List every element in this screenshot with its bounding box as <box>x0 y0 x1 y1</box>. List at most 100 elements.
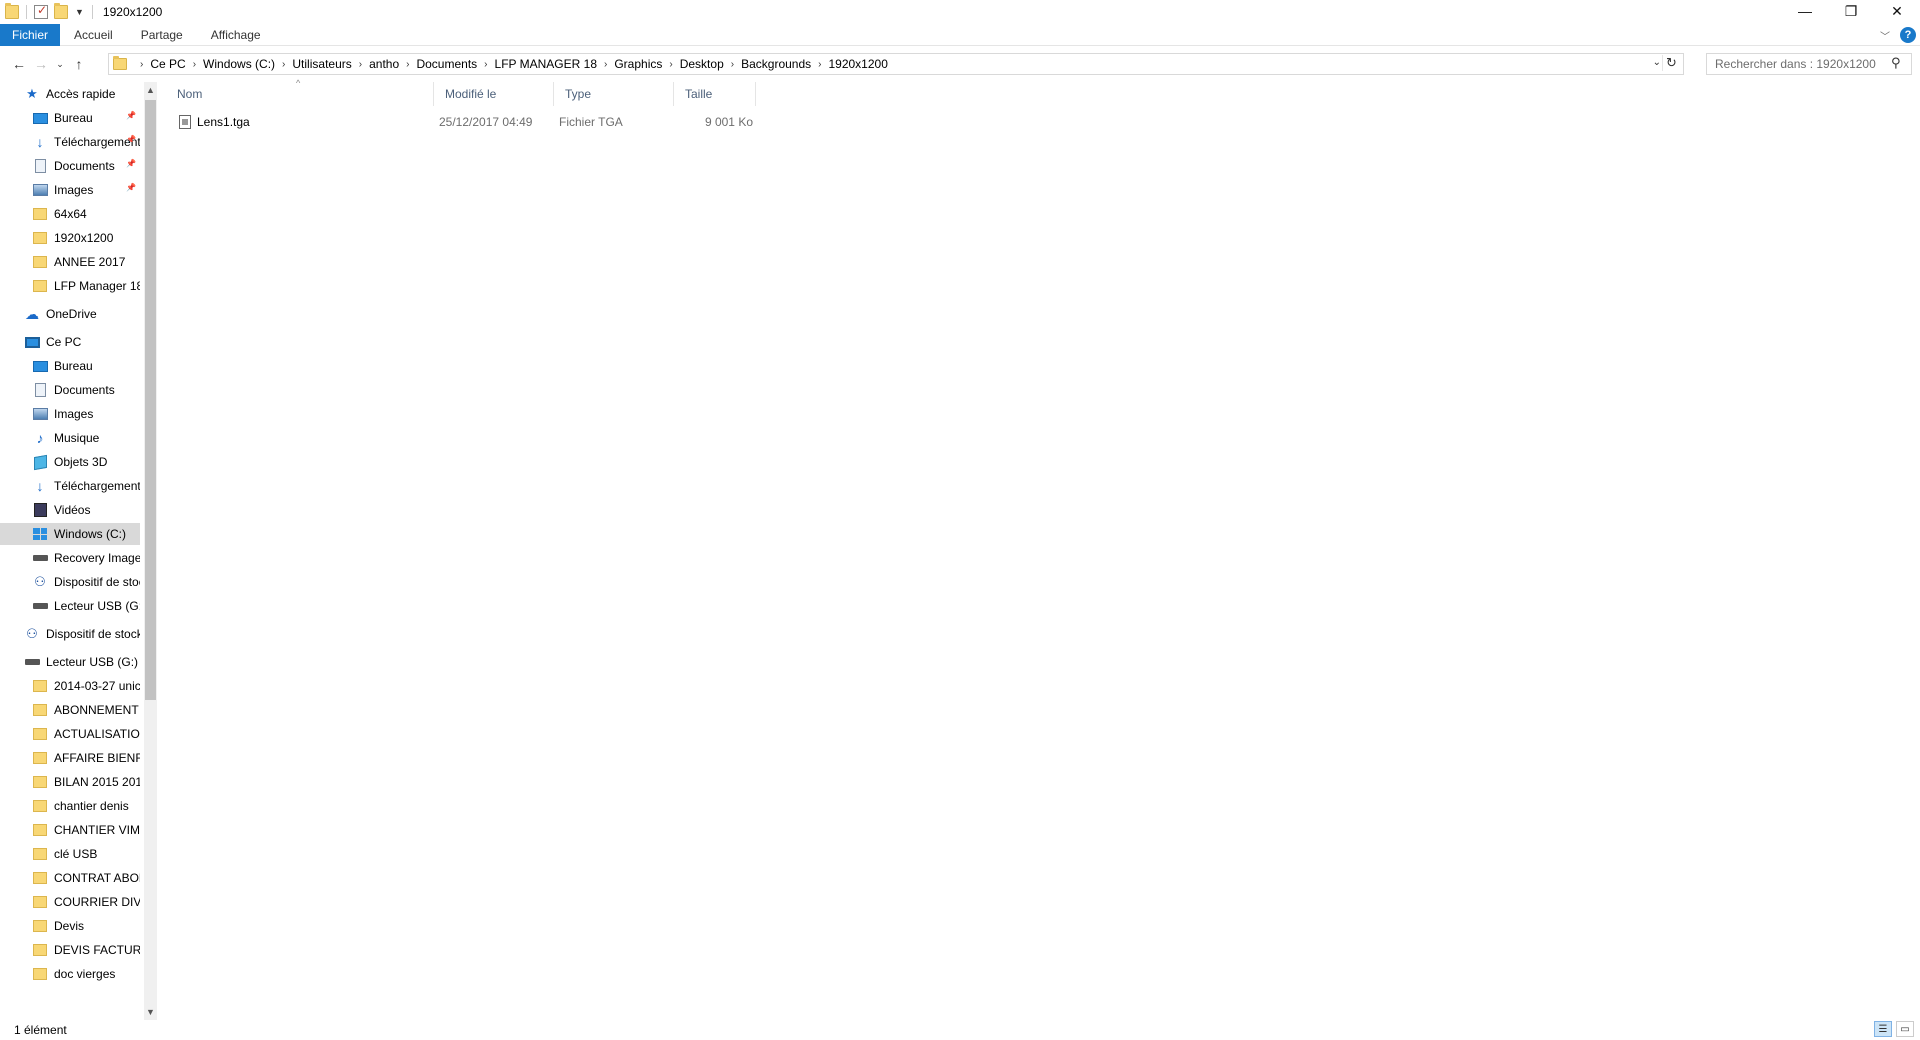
breadcrumb-chevron-icon[interactable]: › <box>604 59 607 70</box>
search-input[interactable]: Rechercher dans : 1920x1200 <box>1706 53 1912 75</box>
breadcrumb-item[interactable]: Graphics <box>614 57 662 71</box>
tab-affichage[interactable]: Affichage <box>197 24 275 46</box>
search-icon[interactable]: ⚲ <box>1891 55 1901 71</box>
nav-item[interactable]: Documents 📌 <box>0 155 140 177</box>
nav-item[interactable]: Devis <box>0 915 140 937</box>
column-header-name[interactable]: Nom ^ <box>166 78 434 106</box>
recent-locations-chevron-icon[interactable]: ⌄ <box>52 53 68 75</box>
breadcrumb-chevron-icon[interactable]: › <box>669 59 672 70</box>
nav-item[interactable]: 2014-03-27 unica <box>0 675 140 697</box>
customize-toolbar-chevron-icon[interactable]: ▼ <box>75 7 84 17</box>
nav-item[interactable]: ABONNEMENT I <box>0 699 140 721</box>
nav-item-label: 2014-03-27 unica <box>54 679 140 693</box>
folder-icon <box>32 918 48 934</box>
properties-icon[interactable] <box>34 3 48 19</box>
column-header-size[interactable]: Taille <box>674 82 756 106</box>
nav-item[interactable]: Windows (C:) <box>0 523 140 545</box>
column-header-type[interactable]: Type <box>554 82 674 106</box>
nav-item[interactable]: 1920x1200 <box>0 227 140 249</box>
breadcrumb-chevron-icon[interactable]: › <box>193 59 196 70</box>
minimize-button[interactable]: — <box>1782 0 1828 22</box>
nav-item[interactable]: AFFAIRE BIENFAI <box>0 747 140 769</box>
view-switcher: ☰ ▭ <box>1874 1021 1914 1037</box>
nav-item[interactable]: Images <box>0 403 140 425</box>
breadcrumb-item[interactable]: Utilisateurs <box>292 57 351 71</box>
navigation-scrollbar[interactable]: ▲ ▼ <box>144 82 157 1020</box>
folder-icon <box>32 846 48 862</box>
nav-item[interactable]: Lecteur USB (G:) <box>0 595 140 617</box>
close-button[interactable]: ✕ <box>1874 0 1920 22</box>
nav-item[interactable]: Images 📌 <box>0 179 140 201</box>
breadcrumb-item[interactable]: 1920x1200 <box>828 57 887 71</box>
nav-item[interactable]: ACTUALISATION <box>0 723 140 745</box>
nav-item[interactable]: clé USB <box>0 843 140 865</box>
tab-partage[interactable]: Partage <box>127 24 197 46</box>
scroll-down-icon[interactable]: ▼ <box>144 1004 157 1020</box>
nav-item[interactable]: Ce PC <box>0 331 140 353</box>
breadcrumb: › Ce PC › Windows (C:) › Utilisateurs › antho › D… <box>133 57 888 71</box>
refresh-icon[interactable]: ↻ <box>1662 55 1680 71</box>
details-view-icon[interactable]: ☰ <box>1874 1021 1892 1037</box>
image-icon <box>32 182 48 198</box>
nav-item[interactable]: LFP Manager 18 <box>0 275 140 297</box>
breadcrumb-chevron-icon[interactable]: › <box>406 59 409 70</box>
breadcrumb-item[interactable]: Backgrounds <box>741 57 811 71</box>
drive-icon <box>32 550 48 566</box>
help-button[interactable]: ? <box>1900 27 1916 43</box>
nav-item[interactable]: Lecteur USB (G:) <box>0 651 140 673</box>
nav-item[interactable]: 64x64 <box>0 203 140 225</box>
nav-item[interactable]: COURRIER DIVER <box>0 891 140 913</box>
new-folder-icon[interactable] <box>54 3 68 19</box>
nav-item[interactable]: CONTRAT ABON <box>0 867 140 889</box>
nav-item[interactable]: Recovery Image (D:) <box>0 547 140 569</box>
nav-item[interactable]: ♪ Musique <box>0 427 140 449</box>
breadcrumb-chevron-icon[interactable]: › <box>731 59 734 70</box>
nav-item[interactable]: Bureau <box>0 355 140 377</box>
breadcrumb-item[interactable]: Ce PC <box>150 57 185 71</box>
breadcrumb-chevron-icon[interactable]: › <box>140 59 143 70</box>
nav-item[interactable]: doc vierges <box>0 963 140 985</box>
breadcrumb-chevron-icon[interactable]: › <box>484 59 487 70</box>
folder-icon <box>32 966 48 982</box>
nav-item[interactable]: Objets 3D <box>0 451 140 473</box>
breadcrumb-item[interactable]: Documents <box>416 57 477 71</box>
scroll-up-icon[interactable]: ▲ <box>144 82 157 98</box>
nav-item-label: CONTRAT ABON <box>54 871 140 885</box>
address-bar[interactable]: › Ce PC › Windows (C:) › Utilisateurs › antho › D… <box>108 53 1684 75</box>
scrollbar-thumb[interactable] <box>145 100 156 700</box>
nav-item[interactable]: ↓ Téléchargements <box>0 475 141 497</box>
breadcrumb-item[interactable]: Windows (C:) <box>203 57 275 71</box>
up-arrow-icon[interactable]: ↑ <box>68 53 90 75</box>
breadcrumb-chevron-icon[interactable]: › <box>818 59 821 70</box>
breadcrumb-chevron-icon[interactable]: › <box>359 59 362 70</box>
tab-fichier[interactable]: Fichier <box>0 23 61 46</box>
breadcrumb-chevron-icon[interactable]: › <box>282 59 285 70</box>
forward-arrow-icon[interactable]: → <box>30 53 52 75</box>
nav-item[interactable]: CHANTIER VIMY <box>0 819 140 841</box>
nav-item-label: Accès rapide <box>46 87 116 101</box>
nav-item[interactable]: Vidéos <box>0 499 140 521</box>
nav-item[interactable]: chantier denis <box>0 795 140 817</box>
breadcrumb-item[interactable]: LFP MANAGER 18 <box>495 57 597 71</box>
tab-accueil[interactable]: Accueil <box>60 24 127 46</box>
nav-item[interactable]: ☁ OneDrive <box>0 303 140 325</box>
nav-item[interactable]: ⚇ Dispositif de stockage <box>0 623 140 645</box>
file-row[interactable]: Lens1.tga 25/12/2017 04:49 Fichier TGA 9… <box>166 111 756 133</box>
breadcrumb-item[interactable]: antho <box>369 57 399 71</box>
maximize-button[interactable]: ❐ <box>1828 0 1874 22</box>
nav-item[interactable]: BILAN 2015 2016 <box>0 771 140 793</box>
nav-item[interactable]: Bureau 📌 <box>0 107 140 129</box>
back-arrow-icon[interactable]: ← <box>8 53 30 75</box>
nav-item[interactable]: DEVIS FACTURIE <box>0 939 140 961</box>
nav-item[interactable]: ⚇ Dispositif de stockage <box>0 571 140 593</box>
nav-item[interactable]: ★ Accès rapide <box>0 83 140 105</box>
expand-ribbon-chevron-icon[interactable]: ﹀ <box>1880 28 1890 43</box>
address-history-chevron-icon[interactable]: ⌄ <box>1653 57 1661 68</box>
nav-item[interactable]: Documents <box>0 379 140 401</box>
nav-item[interactable]: ↓ Téléchargements 📌 <box>0 131 141 153</box>
column-header-modified[interactable]: Modifié le <box>434 82 554 106</box>
breadcrumb-item[interactable]: Desktop <box>680 57 724 71</box>
file-modified: 25/12/2017 04:49 <box>439 115 533 129</box>
nav-item[interactable]: ANNEE 2017 <box>0 251 140 273</box>
large-icons-view-icon[interactable]: ▭ <box>1896 1021 1914 1037</box>
